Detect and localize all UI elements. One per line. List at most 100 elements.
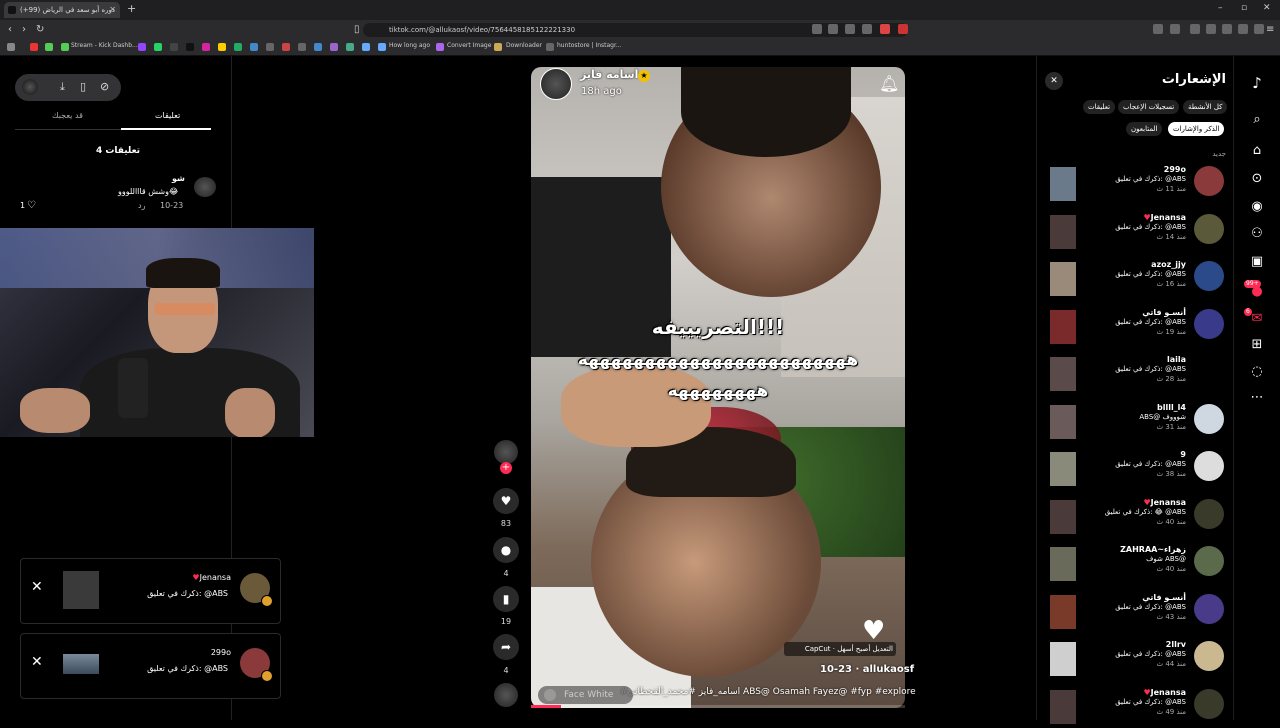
site-settings-icon[interactable] <box>812 24 822 34</box>
notification-item[interactable]: 299o ذكرك في تعليق: @ABS منذ 11 ث <box>1046 163 1226 205</box>
url-field[interactable]: tiktok.com/@allukaosf/video/756445818512… <box>363 23 908 37</box>
video-thumbnail[interactable] <box>1050 642 1076 676</box>
notification-username[interactable]: ♥Jenansa <box>1143 213 1186 222</box>
video-thumbnail[interactable] <box>1050 452 1076 486</box>
browser-tab[interactable]: دوره أبو سعد في الرياض (99+) ✕ <box>4 2 120 18</box>
embed-icon[interactable]: ⊘ <box>100 80 109 93</box>
video-thumbnail[interactable] <box>1050 262 1076 296</box>
notification-item[interactable]: أنسـو فاتي ذكرك في تعليق: @ABS منذ 43 ث <box>1046 591 1226 633</box>
globe-icon[interactable] <box>362 43 370 51</box>
convert-image-icon[interactable] <box>436 43 444 51</box>
sound-avatar[interactable] <box>494 683 518 707</box>
notification-item[interactable]: أنسـو فاتي ذكرك في تعليق: @ABS منذ 19 ث <box>1046 306 1226 348</box>
video-thumbnail[interactable] <box>1050 357 1076 391</box>
bookmark-icon[interactable] <box>282 43 290 51</box>
friends-icon[interactable]: ⚇ <box>1248 226 1266 241</box>
author-avatar[interactable] <box>540 68 572 100</box>
youtube-icon[interactable] <box>30 43 38 51</box>
snapchat-icon[interactable] <box>218 43 226 51</box>
downloader-icon[interactable] <box>494 43 502 51</box>
share-icon[interactable] <box>862 24 872 34</box>
notification-item[interactable]: 2llrv ذكرك في تعليق: @ABS منذ 44 ث <box>1046 638 1226 680</box>
back-icon[interactable]: ‹ <box>8 24 12 35</box>
notification-toast[interactable]: ✕ 299o ذكرك في تعليق: @ABS <box>20 633 281 699</box>
creator-avatar[interactable] <box>494 440 518 464</box>
tiktok-logo-icon[interactable]: ♪ <box>1248 74 1266 92</box>
close-tab-icon[interactable]: ✕ <box>109 2 116 18</box>
bookmark-icon[interactable] <box>250 43 258 51</box>
close-icon[interactable]: ✕ <box>31 579 43 595</box>
apps-icon[interactable] <box>7 43 15 51</box>
notification-username[interactable]: 299o <box>1164 165 1186 174</box>
more-icon[interactable]: ⋯ <box>1248 390 1266 405</box>
notification-item[interactable]: bllll_l4 ABS@ شوووف منذ 31 ث <box>1046 401 1226 443</box>
follow-plus-icon[interactable]: + <box>500 462 512 474</box>
leo-icon[interactable] <box>1238 24 1248 34</box>
bookmark-icon[interactable] <box>346 43 354 51</box>
avatar[interactable] <box>1194 356 1224 386</box>
avatar[interactable] <box>1194 166 1224 196</box>
video-thumbnail[interactable] <box>1050 214 1076 249</box>
heart-outline-icon[interactable]: ♡ <box>27 200 36 211</box>
extension-icon[interactable] <box>1170 24 1180 34</box>
sheets-icon[interactable] <box>234 43 242 51</box>
notification-username[interactable]: أنسـو فاتي <box>1142 308 1186 317</box>
sidebar-icon[interactable] <box>1206 24 1216 34</box>
avatar[interactable] <box>1194 403 1224 434</box>
kick-dashboard-icon[interactable] <box>61 43 69 51</box>
avatar[interactable] <box>1194 308 1224 339</box>
zoom-icon[interactable] <box>845 24 855 34</box>
video-thumbnail[interactable] <box>1050 594 1076 629</box>
close-icon[interactable]: ✕ <box>31 654 43 670</box>
huntostore-icon[interactable] <box>546 43 554 51</box>
comment-button[interactable]: ● <box>493 537 519 563</box>
search-icon[interactable]: ⌕ <box>1248 112 1266 127</box>
tiktok-bookmark-icon[interactable] <box>186 43 194 51</box>
instagram-icon[interactable] <box>202 43 210 51</box>
brave-shield-icon[interactable] <box>880 24 890 34</box>
bookmark-icon[interactable] <box>314 43 322 51</box>
bell-icon[interactable]: 🔔︎ <box>879 74 899 93</box>
reply-button[interactable]: رد <box>138 201 145 210</box>
video-thumbnail[interactable] <box>1050 404 1076 439</box>
author-handle[interactable]: 10-23 · allukaosf <box>820 664 914 675</box>
notification-username[interactable]: ♥Jenansa <box>1143 688 1186 697</box>
download-icon[interactable]: ⤓ <box>60 80 65 94</box>
notification-item[interactable]: laila ذكرك في تعليق: @ABS منذ 28 ث <box>1046 353 1226 395</box>
extension-icon[interactable] <box>1153 24 1163 34</box>
bookmark-stream-kick[interactable]: Stream - Kick Dashb... <box>71 42 138 49</box>
notification-item[interactable]: ♥Jenansa ذكرك في تعليق: 😂 @ABS منذ 40 ث <box>1046 496 1226 538</box>
avatar[interactable] <box>1194 498 1224 529</box>
wallet-icon[interactable] <box>1222 24 1232 34</box>
maximize-icon[interactable]: ▫ <box>1241 3 1247 13</box>
notification-item[interactable]: ♥Jenansa ذكرك في تعليق: @ABS منذ 49 ث <box>1046 686 1226 728</box>
notification-item[interactable]: 9 ذكرك في تعليق: @ABS منذ 38 ث <box>1046 448 1226 490</box>
reload-icon[interactable]: ↻ <box>36 24 44 35</box>
notification-username[interactable]: أنسـو فاتي <box>1142 593 1186 602</box>
avatar[interactable] <box>1194 641 1224 671</box>
video-thumbnail[interactable] <box>1050 689 1076 724</box>
notification-item[interactable]: ♥Jenansa ذكرك في تعليق: @ABS منذ 14 ث <box>1046 211 1226 253</box>
video-thumbnail[interactable] <box>1050 547 1076 581</box>
media-icon[interactable] <box>1190 24 1200 34</box>
filter-likes[interactable]: تسجيلات الإعجاب <box>1118 100 1180 114</box>
rewards-icon[interactable] <box>898 24 908 34</box>
close-icon[interactable]: ✕ <box>1045 72 1063 90</box>
upload-icon[interactable]: ⊞ <box>1248 337 1266 352</box>
author-display-name[interactable]: اسامه فايز <box>580 68 638 81</box>
bookmark-icon[interactable] <box>266 43 274 51</box>
twitch-icon[interactable] <box>138 43 146 51</box>
notification-item[interactable]: ZAHRAA~زهراء شوف ABS@ منذ 40 ث <box>1046 543 1226 585</box>
commenter-name[interactable]: شو <box>172 174 185 183</box>
progress-bar[interactable] <box>531 705 905 708</box>
notification-username[interactable]: 9 <box>1180 450 1186 459</box>
notification-username[interactable]: 2llrv <box>1166 640 1186 649</box>
bookmark-page-icon[interactable]: ▯ <box>354 24 360 35</box>
vpn-icon[interactable] <box>1254 24 1264 34</box>
notification-item[interactable]: azoz_jjy ذكرك في تعليق: @ABS منذ 16 ث <box>1046 258 1226 300</box>
bookmark-how-long-ago[interactable]: How long ago <box>389 42 430 49</box>
bookmark-icon[interactable] <box>330 43 338 51</box>
notification-username[interactable]: ZAHRAA~زهراء <box>1120 545 1186 554</box>
x-icon[interactable] <box>170 43 178 51</box>
like-button[interactable]: ♥ <box>493 488 519 514</box>
